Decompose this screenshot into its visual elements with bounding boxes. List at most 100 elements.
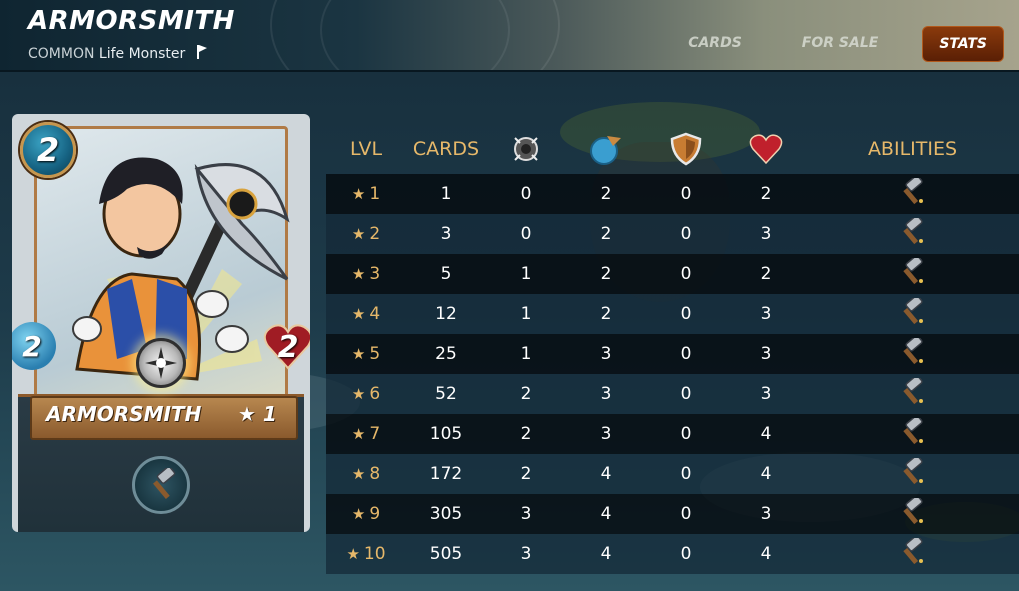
speed-value: 2 (22, 329, 42, 363)
cell-armor: 0 (680, 304, 692, 324)
table-row: ★ 10 505 3 4 0 4 (326, 534, 1019, 574)
cell-cards: 52 (435, 384, 457, 404)
star-icon: ★ (351, 305, 366, 323)
cell-abilities (806, 174, 1019, 211)
header-cards: CARDS (412, 138, 480, 160)
repair-hammer-icon[interactable] (132, 456, 190, 514)
cell-abilities (806, 214, 1019, 251)
armor-shield-icon (646, 132, 726, 166)
cell-lvl: ★ 7 (326, 424, 406, 444)
monster-card: ARMORSMITH ★ 1 2 2 2 (12, 114, 310, 532)
cell-cards: 305 (429, 504, 463, 524)
star-icon: ★ (351, 465, 366, 483)
cell-lvl: ★ 10 (326, 544, 406, 564)
health-heart-icon (726, 133, 806, 165)
repair-hammer-icon[interactable] (896, 534, 926, 571)
lvl-value: 9 (369, 504, 381, 524)
flag-icon (196, 44, 208, 64)
cell-abilities (806, 254, 1019, 291)
cell-health: 4 (760, 544, 772, 564)
cell-health: 3 (760, 344, 772, 364)
star-icon: ★ (351, 505, 366, 523)
repair-hammer-icon[interactable] (896, 454, 926, 491)
cell-health: 3 (760, 384, 772, 404)
life-element-icon (136, 338, 186, 388)
cell-attack: 3 (520, 544, 532, 564)
table-row: ★ 5 25 1 3 0 3 (326, 334, 1019, 374)
cell-speed: 3 (600, 344, 612, 364)
tab-for-sale[interactable]: FOR SALE (786, 26, 895, 62)
cell-health: 3 (760, 504, 772, 524)
card-name: ARMORSMITH (46, 402, 202, 426)
header-lvl: LVL (349, 138, 383, 160)
cell-attack: 0 (520, 224, 532, 244)
header-abilities: ABILITIES (867, 138, 958, 160)
table-row: ★ 9 305 3 4 0 3 (326, 494, 1019, 534)
cell-armor: 0 (680, 504, 692, 524)
health-badge: 2 (262, 322, 310, 372)
cell-speed: 2 (600, 184, 612, 204)
page-title: ARMORSMITH (28, 6, 235, 36)
cell-lvl: ★ 4 (326, 304, 406, 324)
cell-attack: 1 (520, 264, 532, 284)
cell-speed: 2 (600, 224, 612, 244)
cell-speed: 3 (600, 384, 612, 404)
table-row: ★ 8 172 2 4 0 4 (326, 454, 1019, 494)
table-row: ★ 1 1 0 2 0 2 (326, 174, 1019, 214)
cell-attack: 3 (520, 504, 532, 524)
cell-health: 2 (760, 184, 772, 204)
tab-cards[interactable]: CARDS (672, 26, 758, 62)
compass-decoration (320, 0, 510, 70)
cell-attack: 1 (520, 304, 532, 324)
table-row: ★ 7 105 2 3 0 4 (326, 414, 1019, 454)
table-row: ★ 3 5 1 2 0 2 (326, 254, 1019, 294)
cell-health: 2 (760, 264, 772, 284)
cell-lvl: ★ 2 (326, 224, 406, 244)
cell-armor: 0 (680, 544, 692, 564)
card-subtitle: COMMON Life Monster (28, 44, 208, 64)
repair-hammer-icon[interactable] (896, 374, 926, 411)
cell-armor: 0 (680, 264, 692, 284)
repair-hammer-icon[interactable] (896, 494, 926, 531)
lvl-value: 2 (369, 224, 381, 244)
cell-cards: 172 (429, 464, 463, 484)
lvl-value: 6 (369, 384, 381, 404)
cell-armor: 0 (680, 224, 692, 244)
cell-lvl: ★ 9 (326, 504, 406, 524)
stats-table: LVL CARDS ABILITIES ★ 1 1 0 2 0 2 ★ 2 3 … (326, 124, 1019, 574)
cell-armor: 0 (680, 184, 692, 204)
stats-table-header: LVL CARDS ABILITIES (326, 124, 1019, 174)
repair-hammer-icon[interactable] (896, 414, 926, 451)
cell-attack: 2 (520, 424, 532, 444)
monster-type-label: Life Monster (98, 46, 186, 62)
cell-lvl: ★ 3 (326, 264, 406, 284)
cell-attack: 2 (520, 384, 532, 404)
mana-cost-badge: 2 (20, 122, 76, 178)
cell-speed: 4 (600, 464, 612, 484)
speed-icon (566, 132, 646, 166)
cell-attack: 2 (520, 464, 532, 484)
repair-hammer-icon[interactable] (896, 214, 926, 251)
lvl-value: 8 (369, 464, 381, 484)
cell-health: 3 (760, 304, 772, 324)
cell-cards: 25 (435, 344, 457, 364)
cell-abilities (806, 414, 1019, 451)
cell-abilities (806, 334, 1019, 371)
repair-hammer-icon[interactable] (896, 334, 926, 371)
cell-speed: 2 (600, 264, 612, 284)
repair-hammer-icon[interactable] (896, 174, 926, 211)
lvl-value: 7 (369, 424, 381, 444)
cell-abilities (806, 494, 1019, 531)
repair-hammer-icon[interactable] (896, 254, 926, 291)
tab-stats[interactable]: STATS (922, 26, 1004, 62)
cell-abilities (806, 294, 1019, 331)
star-icon: ★ (351, 265, 366, 283)
cell-lvl: ★ 6 (326, 384, 406, 404)
rarity-label: COMMON (28, 46, 95, 62)
table-row: ★ 4 12 1 2 0 3 (326, 294, 1019, 334)
cell-cards: 1 (440, 184, 452, 204)
table-row: ★ 2 3 0 2 0 3 (326, 214, 1019, 254)
repair-hammer-icon[interactable] (896, 294, 926, 331)
table-row: ★ 6 52 2 3 0 3 (326, 374, 1019, 414)
page-header: ARMORSMITH COMMON Life Monster CARDS FOR… (0, 0, 1019, 72)
